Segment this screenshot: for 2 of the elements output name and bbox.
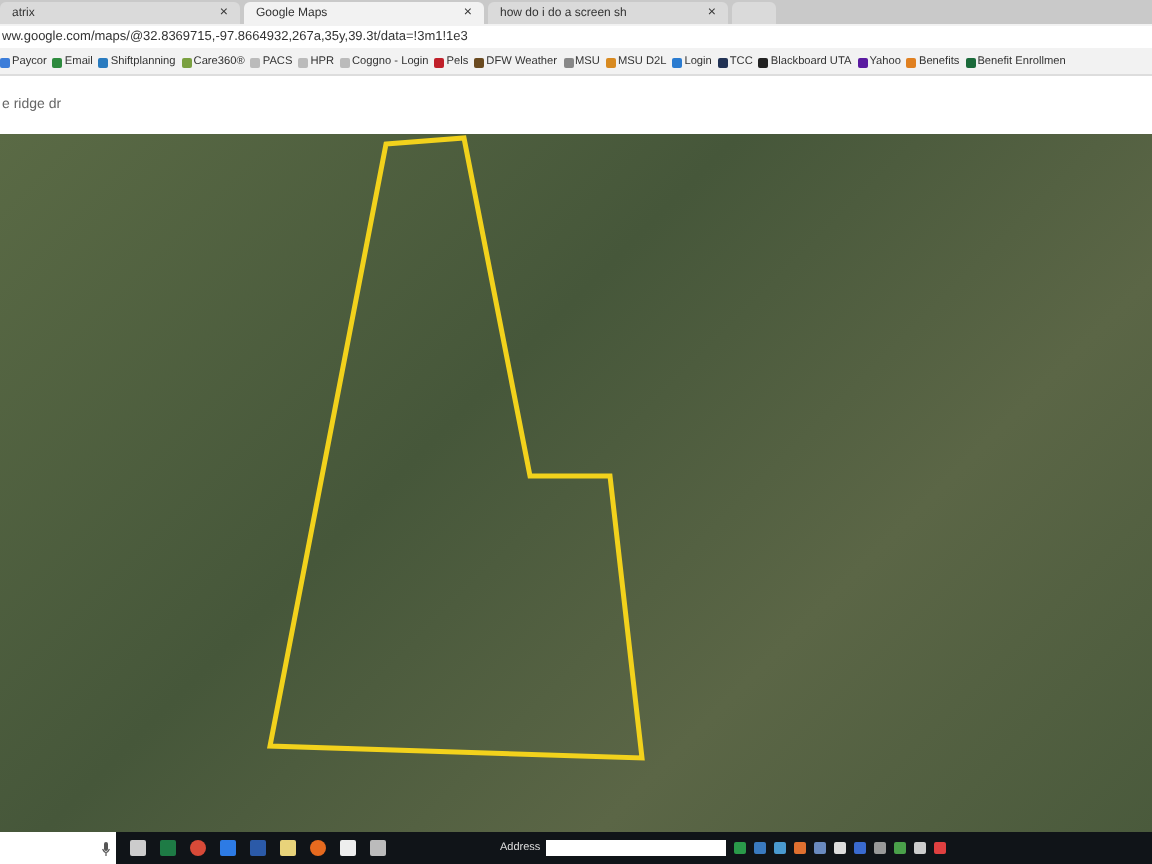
address-field[interactable] <box>546 840 727 856</box>
microphone-icon[interactable] <box>102 841 110 855</box>
